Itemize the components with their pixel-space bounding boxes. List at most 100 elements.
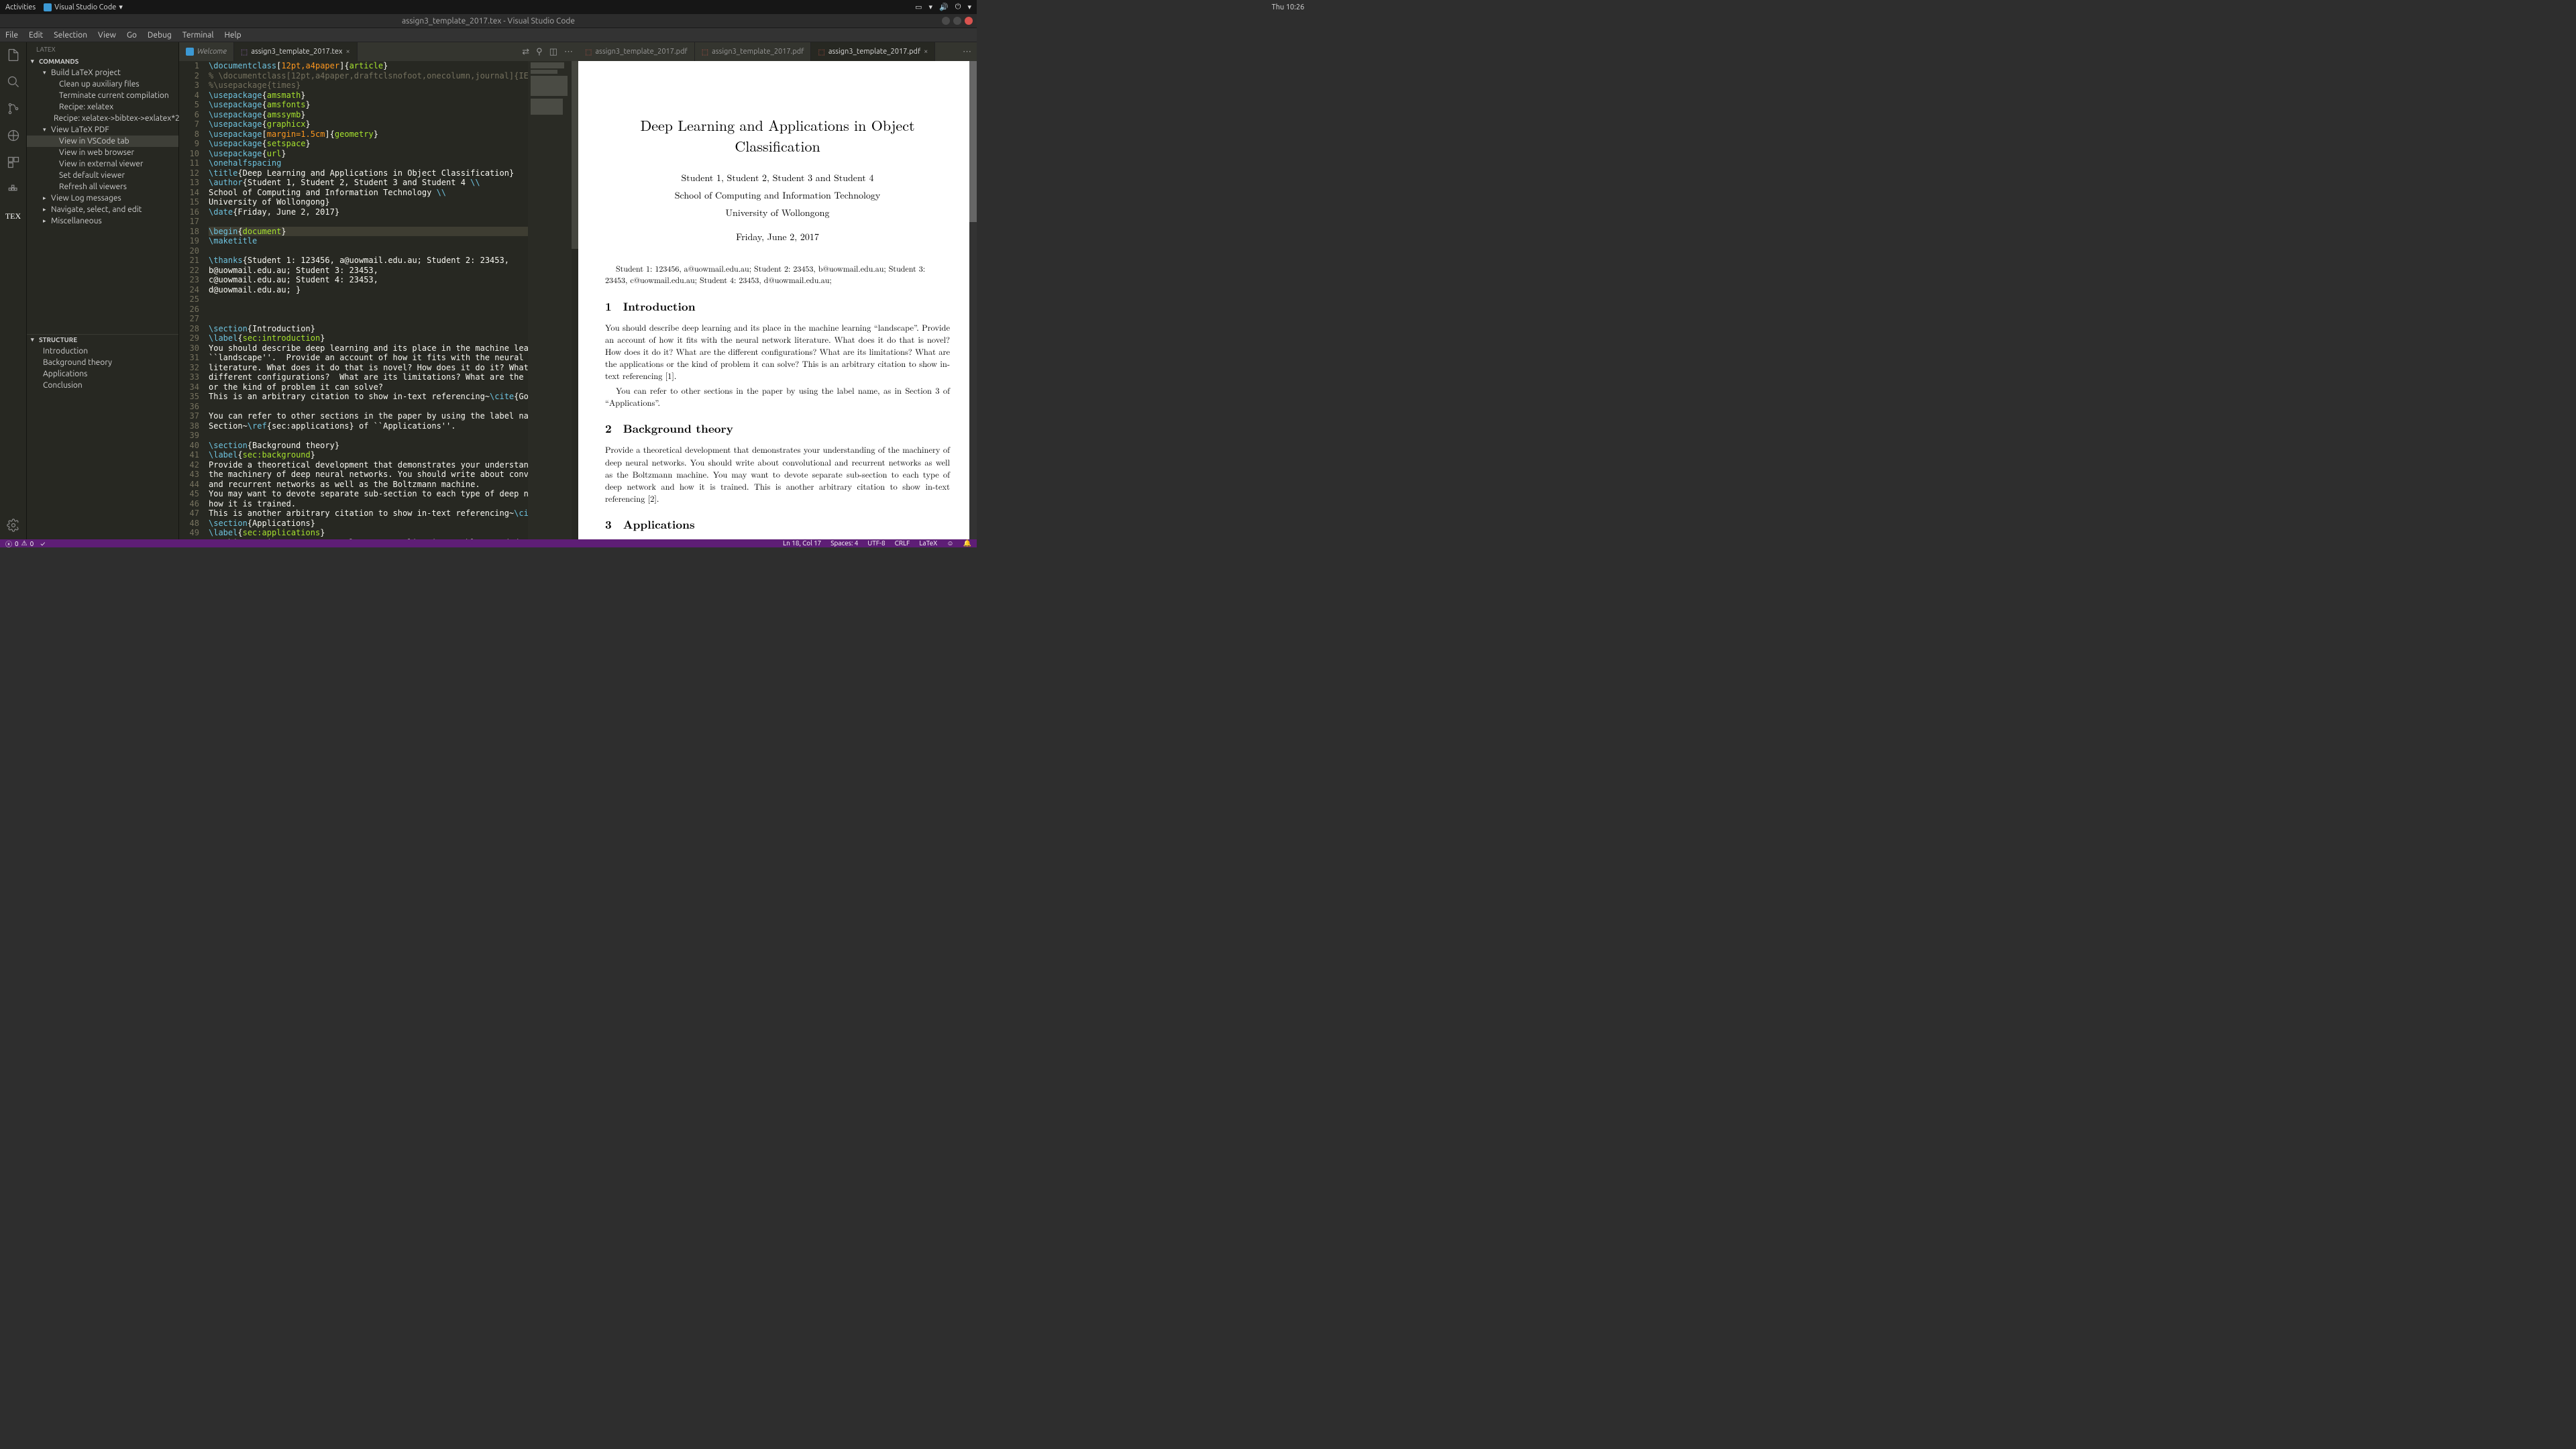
structure-item-label: Conclusion bbox=[43, 381, 83, 390]
docker-icon[interactable] bbox=[5, 180, 22, 198]
menu-help[interactable]: Help bbox=[224, 31, 241, 40]
pdf-file-icon: ⬚ bbox=[702, 48, 708, 56]
sidebar-item-label: Refresh all viewers bbox=[59, 182, 127, 191]
commands-tree: ▾Build LaTeX projectClean up auxiliary f… bbox=[27, 66, 178, 227]
language-mode[interactable]: LaTeX bbox=[919, 539, 937, 547]
errors-count[interactable]: 0 bbox=[15, 540, 19, 547]
tab-label: assign3_template_2017.pdf bbox=[828, 48, 920, 56]
encoding[interactable]: UTF-8 bbox=[867, 539, 885, 547]
sidebar-item[interactable]: ▾Build LaTeX project bbox=[27, 67, 178, 78]
tex-file-icon: ⬚ bbox=[241, 48, 248, 56]
warnings-count[interactable]: 0 bbox=[30, 540, 34, 547]
window-titlebar: assign3_template_2017.tex - Visual Studi… bbox=[0, 14, 977, 28]
network-icon[interactable]: ▾ bbox=[929, 3, 933, 11]
sidebar-item[interactable]: ▸Miscellaneous bbox=[27, 215, 178, 227]
errors-icon[interactable]: ⓧ bbox=[5, 539, 12, 549]
structure-item[interactable]: Background theory bbox=[27, 357, 178, 368]
sidebar-item[interactable]: Terminate current compilation bbox=[27, 90, 178, 101]
menu-debug[interactable]: Debug bbox=[148, 31, 172, 40]
notifications-icon[interactable]: 🔔 bbox=[963, 539, 971, 547]
settings-gear-icon[interactable] bbox=[5, 517, 22, 534]
eol[interactable]: CRLF bbox=[895, 539, 910, 547]
menu-terminal[interactable]: Terminal bbox=[182, 31, 214, 40]
debug-icon[interactable] bbox=[5, 127, 22, 144]
warnings-icon[interactable]: ⚠ bbox=[21, 539, 28, 547]
structure-item[interactable]: Introduction bbox=[27, 345, 178, 357]
battery-icon[interactable]: ▭ bbox=[915, 3, 922, 11]
menu-bar: File Edit Selection View Go Debug Termin… bbox=[0, 28, 977, 42]
sidebar-item[interactable]: Set default viewer bbox=[27, 170, 178, 181]
pdf-paragraph: You can refer to other sections in the p… bbox=[605, 384, 950, 409]
sidebar-item[interactable]: View in web browser bbox=[27, 147, 178, 158]
structure-item[interactable]: Applications bbox=[27, 368, 178, 380]
tab-tex-file[interactable]: ⬚ assign3_template_2017.tex × bbox=[234, 42, 358, 61]
scrollbar-thumb[interactable] bbox=[572, 61, 578, 249]
build-status-icon[interactable]: ✓ bbox=[40, 540, 45, 547]
tab-pdf-3[interactable]: ⬚ assign3_template_2017.pdf × bbox=[811, 42, 935, 61]
structure-section-header[interactable]: ▾ STRUCTURE bbox=[27, 335, 178, 345]
pdf-authors: Student 1, Student 2, Student 3 and Stud… bbox=[605, 171, 950, 184]
power-icon[interactable]: ⏻ bbox=[955, 3, 961, 11]
activities-button[interactable]: Activities bbox=[5, 3, 36, 11]
pdf-scrollbar[interactable] bbox=[969, 61, 977, 539]
pdf-title: Deep Learning and Applications in Object… bbox=[605, 115, 950, 156]
latex-workshop-icon[interactable]: TEX bbox=[5, 207, 22, 225]
sidebar-item[interactable]: View in VSCode tab bbox=[27, 136, 178, 147]
app-menu[interactable]: Visual Studio Code ▾ bbox=[44, 3, 123, 11]
minimize-button[interactable] bbox=[942, 17, 950, 25]
volume-icon[interactable]: 🔊 bbox=[939, 3, 949, 11]
explorer-icon[interactable] bbox=[5, 46, 22, 64]
sidebar-item[interactable]: Recipe: xelatex->bibtex->exlatex*2 bbox=[27, 113, 178, 124]
cursor-position[interactable]: Ln 18, Col 17 bbox=[783, 539, 821, 547]
sidebar-item[interactable]: View in external viewer bbox=[27, 158, 178, 170]
extensions-icon[interactable] bbox=[5, 154, 22, 171]
structure-item[interactable]: Conclusion bbox=[27, 380, 178, 391]
scrollbar-thumb[interactable] bbox=[969, 61, 977, 222]
pdf-thanks: Student 1: 123456, a@uowmail.edu.au; Stu… bbox=[605, 264, 950, 286]
minimap[interactable] bbox=[528, 61, 572, 539]
code-content[interactable]: \documentclass[12pt,a4paper]{article}% \… bbox=[209, 61, 528, 539]
tab-pdf-1[interactable]: ⬚ assign3_template_2017.pdf bbox=[578, 42, 695, 61]
chevron-down-icon: ▾ bbox=[119, 3, 123, 11]
sidebar-item[interactable]: ▸View Log messages bbox=[27, 193, 178, 204]
more-actions-icon[interactable]: ⋯ bbox=[564, 47, 573, 57]
close-tab-icon[interactable]: × bbox=[924, 48, 928, 56]
text-editor[interactable]: 1234567891011121314151617181920212223242… bbox=[179, 61, 578, 539]
sidebar-item[interactable]: ▸Navigate, select, and edit bbox=[27, 204, 178, 215]
clock[interactable]: Thu 10:26 bbox=[1272, 3, 1305, 11]
tab-label: assign3_template_2017.pdf bbox=[595, 48, 687, 56]
chevron-down-icon[interactable]: ▾ bbox=[967, 3, 971, 11]
more-actions-icon[interactable]: ⋯ bbox=[963, 47, 971, 57]
close-tab-icon[interactable]: × bbox=[345, 48, 350, 56]
open-preview-icon[interactable]: ⚲ bbox=[536, 47, 543, 57]
structure-item-label: Applications bbox=[43, 370, 87, 378]
split-editor-icon[interactable]: ◫ bbox=[549, 47, 557, 57]
sidebar-item[interactable]: Refresh all viewers bbox=[27, 181, 178, 193]
menu-go[interactable]: Go bbox=[127, 31, 137, 40]
tab-label: assign3_template_2017.pdf bbox=[712, 48, 804, 56]
tab-welcome[interactable]: Welcome bbox=[179, 42, 234, 61]
pdf-university: University of Wollongong bbox=[605, 206, 950, 219]
sidebar-item[interactable]: ▾View LaTeX PDF bbox=[27, 124, 178, 136]
close-button[interactable] bbox=[965, 17, 973, 25]
sidebar-item[interactable]: Clean up auxiliary files bbox=[27, 78, 178, 90]
search-icon[interactable] bbox=[5, 73, 22, 91]
indentation[interactable]: Spaces: 4 bbox=[830, 539, 858, 547]
commands-section-header[interactable]: ▾ COMMANDS bbox=[27, 56, 178, 66]
pdf-editor-group: ⬚ assign3_template_2017.pdf ⬚ assign3_te… bbox=[578, 42, 977, 539]
menu-edit[interactable]: Edit bbox=[29, 31, 43, 40]
feedback-icon[interactable]: ☺ bbox=[947, 539, 953, 547]
editor-scrollbar[interactable] bbox=[572, 61, 578, 539]
menu-selection[interactable]: Selection bbox=[54, 31, 87, 40]
compare-changes-icon[interactable]: ⇄ bbox=[522, 47, 529, 57]
menu-view[interactable]: View bbox=[98, 31, 116, 40]
maximize-button[interactable] bbox=[953, 17, 961, 25]
pdf-paragraph: Provide a theoretical development that d… bbox=[605, 443, 950, 504]
menu-file[interactable]: File bbox=[5, 31, 18, 40]
window-title: assign3_template_2017.tex - Visual Studi… bbox=[402, 17, 575, 25]
sidebar-item-label: View in external viewer bbox=[59, 160, 143, 168]
pdf-viewer[interactable]: Deep Learning and Applications in Object… bbox=[578, 61, 977, 539]
tab-pdf-2[interactable]: ⬚ assign3_template_2017.pdf bbox=[695, 42, 812, 61]
source-control-icon[interactable] bbox=[5, 100, 22, 117]
sidebar-item[interactable]: Recipe: xelatex bbox=[27, 101, 178, 113]
